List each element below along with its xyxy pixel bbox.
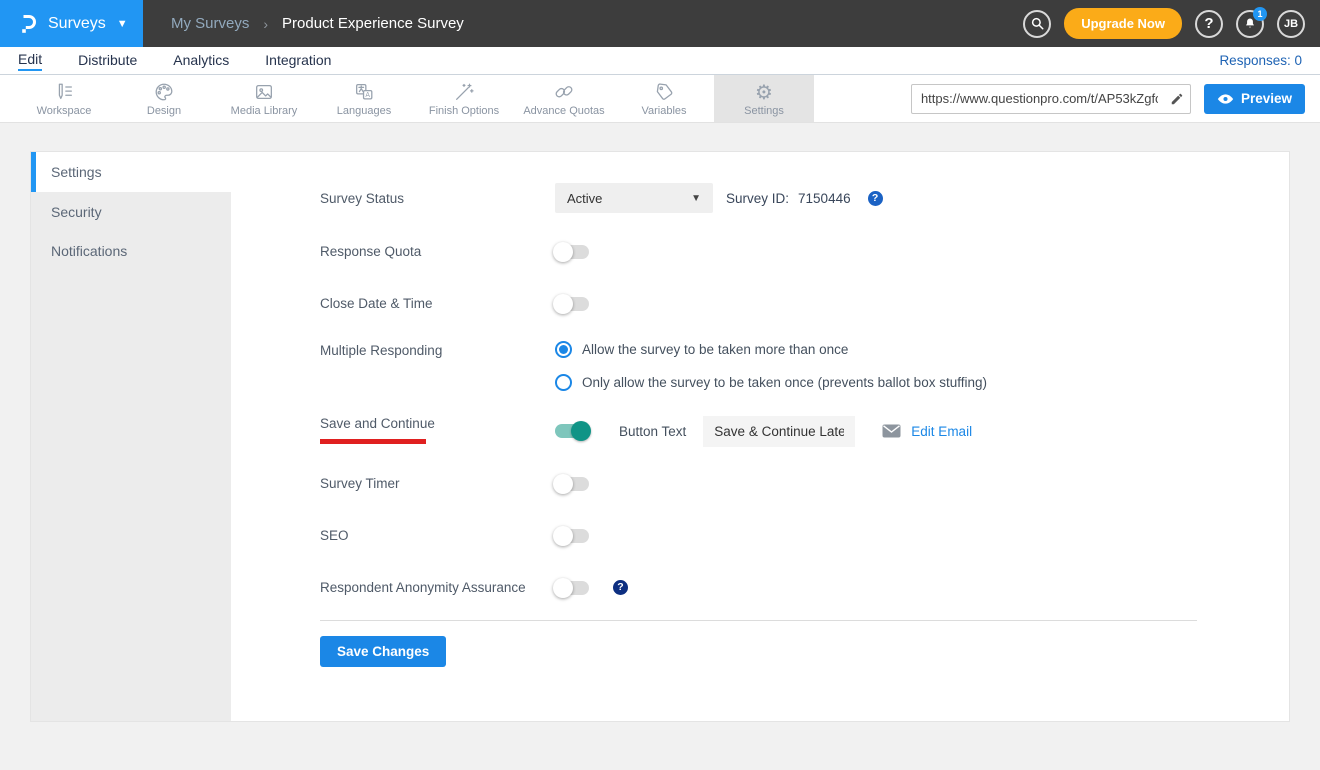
- close-date-time-toggle[interactable]: [555, 297, 589, 311]
- form-divider: [320, 620, 1197, 621]
- survey-status-select[interactable]: Active ▼: [555, 183, 713, 213]
- edit-email-link[interactable]: Edit Email: [911, 424, 972, 439]
- advance-quotas-icon: [553, 80, 575, 103]
- toolbar-item-finish-options[interactable]: Finish Options: [414, 75, 514, 122]
- top-header: Surveys ▼ My Surveys › Product Experienc…: [0, 0, 1320, 47]
- finish-options-icon: [453, 80, 475, 103]
- questionpro-logo-icon: [15, 12, 39, 36]
- svg-text:A: A: [365, 91, 370, 98]
- chevron-down-icon: ▼: [691, 193, 701, 204]
- save-and-continue-label: Save and Continue: [320, 416, 435, 431]
- save-and-continue-label-block: Save and Continue: [320, 416, 555, 444]
- tab-edit[interactable]: Edit: [18, 51, 42, 71]
- toolbar-item-variables[interactable]: Variables: [614, 75, 714, 122]
- row-respondent-anonymity: Respondent Anonymity Assurance ?: [320, 573, 1197, 601]
- survey-id-label: Survey ID:: [726, 191, 789, 206]
- responses-count: Responses: 0: [1219, 53, 1302, 68]
- radio-option-multiple-allowed[interactable]: Allow the survey to be taken more than o…: [555, 341, 987, 358]
- toolbar-item-languages[interactable]: A Languages: [314, 75, 414, 122]
- toolbar-right: Preview: [911, 75, 1320, 122]
- media-library-icon: [253, 80, 275, 103]
- row-response-quota: Response Quota: [320, 237, 1197, 265]
- account-menu[interactable]: JB: [1277, 10, 1305, 38]
- button-text-label: Button Text: [619, 424, 686, 439]
- multiple-responding-label: Multiple Responding: [320, 341, 555, 358]
- email-icon: [882, 424, 901, 438]
- survey-id-value: 7150446: [798, 191, 851, 206]
- response-quota-toggle[interactable]: [555, 245, 589, 259]
- toolbar-item-media-library[interactable]: Media Library: [214, 75, 314, 122]
- languages-icon: A: [353, 80, 375, 103]
- breadcrumb-separator: ›: [263, 16, 268, 32]
- save-changes-button[interactable]: Save Changes: [320, 636, 446, 667]
- breadcrumb: My Surveys › Product Experience Survey: [171, 15, 464, 32]
- notifications-button[interactable]: 1: [1236, 10, 1264, 38]
- pencil-icon: [1170, 92, 1184, 106]
- row-save-and-continue: Save and Continue Button Text Edit Email: [320, 416, 1197, 447]
- close-date-time-label: Close Date & Time: [320, 296, 555, 311]
- radio-icon: [555, 341, 572, 358]
- row-close-date-time: Close Date & Time: [320, 289, 1197, 317]
- toolbar-item-advance-quotas[interactable]: Advance Quotas: [514, 75, 614, 122]
- row-survey-status: Survey Status Active ▼ Survey ID: 715044…: [320, 183, 1197, 213]
- row-survey-timer: Survey Timer: [320, 469, 1197, 497]
- help-button[interactable]: ?: [1195, 10, 1223, 38]
- settings-card: Settings Security Notifications Survey S…: [30, 151, 1290, 722]
- breadcrumb-my-surveys[interactable]: My Surveys: [171, 15, 249, 32]
- tab-distribute[interactable]: Distribute: [78, 52, 137, 70]
- edit-url-button[interactable]: [1164, 85, 1190, 113]
- eye-icon: [1217, 93, 1234, 105]
- row-multiple-responding: Multiple Responding Allow the survey to …: [320, 341, 1197, 391]
- edit-toolbar: Workspace Design Media Library A Languag…: [0, 75, 1320, 123]
- multiple-responding-options: Allow the survey to be taken more than o…: [555, 341, 987, 391]
- settings-form: Survey Status Active ▼ Survey ID: 715044…: [231, 152, 1289, 721]
- sidebar-item-security[interactable]: Security: [31, 192, 231, 231]
- radio-icon: [555, 374, 572, 391]
- design-icon: [153, 80, 175, 103]
- survey-url-box: [911, 84, 1191, 114]
- survey-id-help-icon[interactable]: ?: [868, 191, 883, 206]
- avatar: JB: [1284, 18, 1298, 30]
- sidebar-item-settings[interactable]: Settings: [31, 152, 231, 192]
- survey-timer-label: Survey Timer: [320, 476, 555, 491]
- workspace-icon: [53, 80, 75, 103]
- respondent-anonymity-help-icon[interactable]: ?: [613, 580, 628, 595]
- respondent-anonymity-label: Respondent Anonymity Assurance: [320, 580, 555, 595]
- header-actions: Upgrade Now ? 1 JB: [1023, 8, 1320, 39]
- product-switcher[interactable]: Surveys ▼: [0, 0, 143, 47]
- search-icon: [1030, 16, 1045, 31]
- tab-analytics[interactable]: Analytics: [173, 52, 229, 70]
- search-button[interactable]: [1023, 10, 1051, 38]
- survey-url-input[interactable]: [912, 91, 1164, 106]
- chevron-down-icon: ▼: [117, 18, 128, 30]
- survey-timer-toggle[interactable]: [555, 477, 589, 491]
- row-seo: SEO: [320, 521, 1197, 549]
- button-text-input[interactable]: [703, 416, 855, 447]
- content-area: Settings Security Notifications Survey S…: [0, 123, 1320, 722]
- notification-badge: 1: [1253, 7, 1267, 21]
- toolbar-item-workspace[interactable]: Workspace: [14, 75, 114, 122]
- variables-icon: [653, 80, 675, 103]
- page-title: Product Experience Survey: [282, 15, 464, 32]
- survey-status-label: Survey Status: [320, 191, 555, 206]
- radio-option-once-only[interactable]: Only allow the survey to be taken once (…: [555, 374, 987, 391]
- settings-icon: ⚙: [755, 80, 773, 103]
- sidebar-item-notifications[interactable]: Notifications: [31, 231, 231, 270]
- seo-label: SEO: [320, 528, 555, 543]
- respondent-anonymity-toggle[interactable]: [555, 581, 589, 595]
- survey-status-value: Active: [567, 191, 602, 206]
- save-and-continue-toggle[interactable]: [555, 424, 589, 438]
- app-label: Surveys: [48, 15, 106, 33]
- upgrade-now-button[interactable]: Upgrade Now: [1064, 8, 1182, 39]
- help-icon: ?: [1204, 15, 1213, 32]
- red-annotation-underline: [320, 439, 426, 444]
- preview-button[interactable]: Preview: [1204, 84, 1305, 114]
- toolbar-item-settings[interactable]: ⚙ Settings: [714, 75, 814, 122]
- response-quota-label: Response Quota: [320, 244, 555, 259]
- tab-integration[interactable]: Integration: [265, 52, 331, 70]
- settings-sidebar: Settings Security Notifications: [31, 152, 231, 721]
- toolbar-item-design[interactable]: Design: [114, 75, 214, 122]
- survey-nav: Edit Distribute Analytics Integration Re…: [0, 47, 1320, 75]
- seo-toggle[interactable]: [555, 529, 589, 543]
